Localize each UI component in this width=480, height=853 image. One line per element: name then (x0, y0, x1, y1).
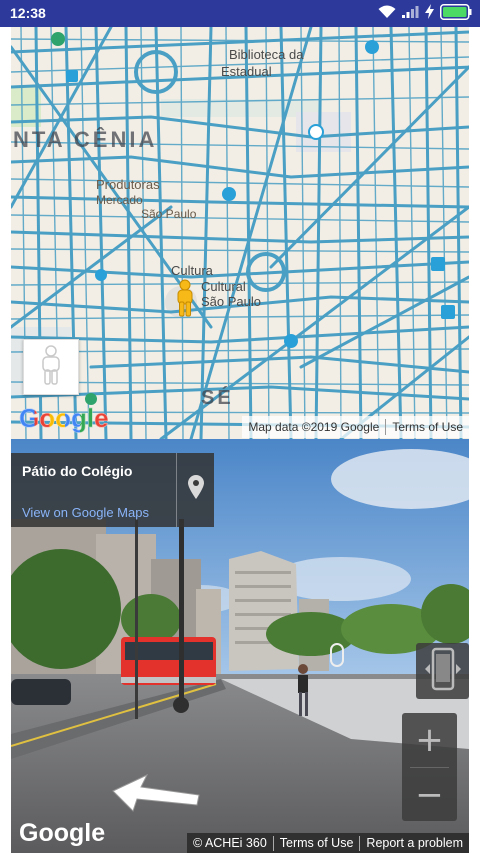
navigation-arrow-icon[interactable] (111, 773, 203, 818)
map-label-market-2: Mercado (96, 193, 143, 207)
map-label-culture-3: São Paulo (201, 294, 261, 309)
copyright-text: © ACHEi 360 (192, 836, 267, 850)
map-attribution: Map data ©2019 Google Terms of Use (242, 416, 469, 438)
google-logo: Google (19, 403, 109, 434)
battery-icon (440, 3, 472, 25)
report-problem-link[interactable]: Report a problem (360, 836, 469, 850)
view-on-google-maps-link[interactable]: View on Google Maps (22, 505, 149, 520)
street-view-panorama[interactable]: Pátio do Colégio View on Google Maps + − (11, 439, 469, 853)
map-label-library-1: Biblioteca da (229, 47, 304, 62)
status-time: 12:38 (10, 5, 46, 21)
charging-icon (425, 4, 434, 24)
place-info-card: Pátio do Colégio View on Google Maps (11, 453, 214, 527)
map-label-market-3: São Paulo (141, 207, 197, 221)
map-data-text: Map data ©2019 Google (248, 420, 380, 434)
place-name: Pátio do Colégio (22, 463, 133, 479)
street-view-attribution: © ACHEi 360 Terms of Use Report a proble… (186, 833, 469, 853)
map-label-culture-1: Cultura (171, 263, 213, 278)
map-canvas (11, 27, 469, 439)
pegman-control-button[interactable] (23, 339, 79, 395)
terms-of-use-link[interactable]: Terms of Use (274, 836, 360, 850)
pegman-icon (39, 344, 63, 390)
google-logo-street-view: Google (19, 819, 106, 847)
map-terms-link[interactable]: Terms of Use (386, 420, 469, 434)
map-label-market-1: Produtoras (96, 177, 160, 192)
status-icons (378, 3, 472, 25)
map-label-se: SÉ (201, 387, 234, 409)
map-pin-icon (187, 475, 204, 504)
status-bar: 12:38 (0, 0, 480, 27)
wifi-icon (378, 5, 396, 24)
map-view[interactable]: NTA CÊNIA SÉ Biblioteca da Estadual Prod… (11, 27, 469, 439)
map-label-district: NTA CÊNIA (13, 127, 158, 152)
location-pin-button[interactable] (177, 453, 214, 527)
zoom-out-button[interactable]: − (402, 768, 457, 821)
map-label-library-2: Estadual (221, 64, 272, 79)
zoom-in-button[interactable]: + (402, 713, 457, 766)
phone-rotate-icon (423, 646, 463, 697)
pegman-marker-icon[interactable] (174, 279, 196, 322)
signal-icon (402, 5, 419, 23)
device-orientation-button[interactable] (416, 643, 469, 699)
map-label-culture-2: Cultural (201, 279, 246, 294)
zoom-controls: + − (402, 713, 457, 821)
